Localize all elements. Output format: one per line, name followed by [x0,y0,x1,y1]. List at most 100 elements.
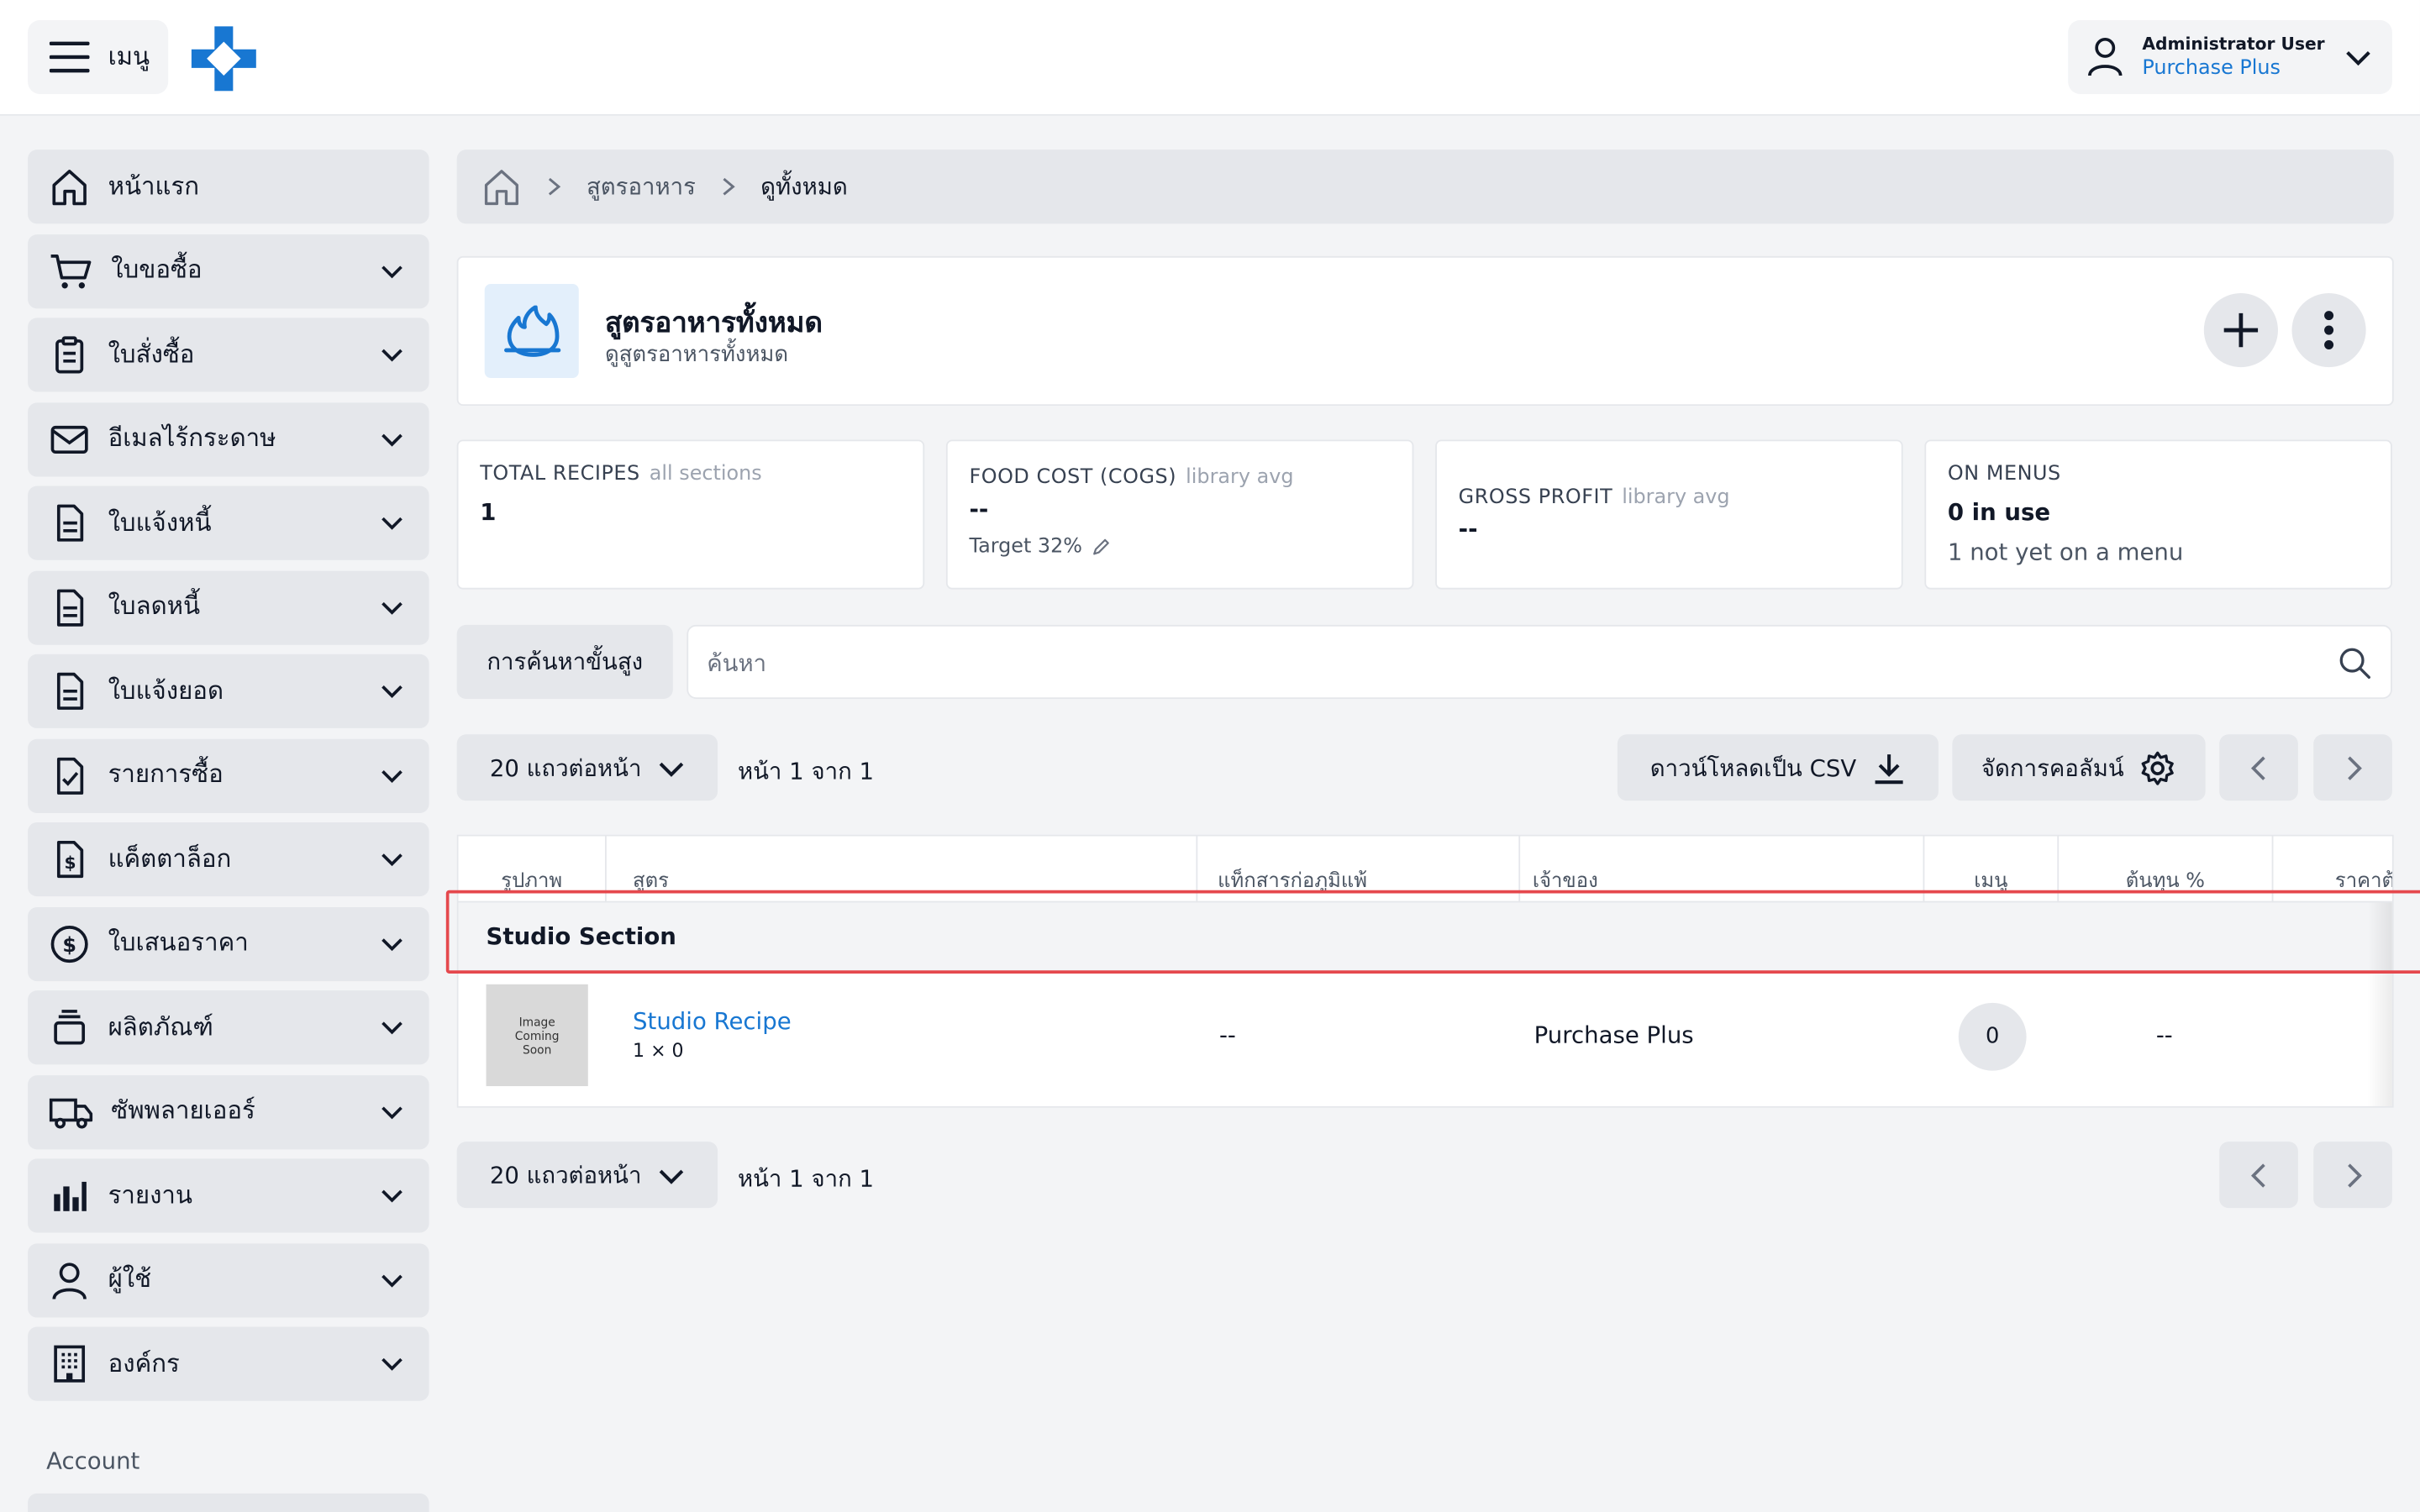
chevron-down-icon [2346,51,2370,66]
chevron-left-icon [2250,1163,2265,1187]
sidebar-item-credit-notes[interactable]: ใบลดหนี้ [28,570,429,644]
column-header-recipe[interactable]: สูตร [607,836,1198,903]
sidebar-item-suppliers[interactable]: ซัพพลายเออร์ [28,1074,429,1149]
chevron-down-icon [381,1357,402,1371]
rows-per-page-select-bottom[interactable]: 20 แถวต่อหน้า [456,1142,718,1209]
stat-on-menus: ON MENUS 0 in use 1 not yet on a menu [1924,439,2392,590]
pencil-icon[interactable] [1092,537,1112,557]
sidebar-item-label: แค็ตตาล็อก [108,843,232,873]
stat-value: -- [1458,515,1478,543]
recipe-image-placeholder: Image Coming Soon [486,984,588,1087]
stat-label: FOOD COST (COGS) [969,465,1177,490]
sidebar-item-users[interactable]: ผู้ใช้ [28,1242,429,1317]
more-options-button[interactable] [2291,292,2366,368]
chevron-down-icon [381,853,402,867]
chevron-down-icon [381,433,402,446]
search-input[interactable] [707,642,2312,685]
checklist-icon [56,756,84,794]
column-header-allergens[interactable]: แท็กสารก่อภูมิแพ้ [1197,836,1521,903]
sidebar-item-label: ใบลดหนี้ [108,591,201,621]
sidebar-item-reports[interactable]: รายงาน [28,1158,429,1233]
recipe-name-link[interactable]: Studio Recipe [633,1007,792,1035]
download-csv-label: ดาวน์โหลดเป็น CSV [1649,753,1857,782]
sidebar-item-quotes[interactable]: $ ใบเสนอราคา [28,906,429,981]
next-page-button-bottom[interactable] [2313,1142,2392,1209]
chevron-down-icon [381,1273,402,1287]
account-section-label: Account [46,1446,140,1475]
sidebar-item-invoices[interactable]: ใบแจ้งหนี้ [28,486,429,560]
chevron-down-icon [381,349,402,362]
column-header-menus[interactable]: เมนู [1924,836,2060,903]
stat-value: 0 in use [1947,498,2051,527]
sidebar: หน้าแรก ใบขอซื้อ ใบสั่งซื้อ อีเมลไร้กระด… [28,150,429,1411]
document-icon [56,672,84,710]
previous-page-button[interactable] [2219,734,2298,801]
stat-note: 1 not yet on a menu [1947,538,2184,567]
recipes-table: รูปภาพ สูตร แท็กสารก่อภูมิแพ้ เจ้าของ เม… [456,834,2394,1108]
column-header-cost-percent[interactable]: ต้นทุน % [2059,836,2274,903]
next-page-button[interactable] [2313,734,2392,801]
building-icon [54,1345,86,1383]
sidebar-item-requisitions[interactable]: ใบขอซื้อ [28,234,429,308]
table-row[interactable]: Image Coming Soon Studio Recipe 1 × 0 --… [458,972,2391,1106]
chevron-right-icon [723,177,735,196]
column-header-image[interactable]: รูปภาพ [458,836,607,903]
chevron-right-icon [2347,755,2361,780]
user-menu[interactable]: Administrator User Purchase Plus [2068,19,2392,95]
home-icon[interactable] [481,166,522,207]
page-info-bottom: หน้า 1 จาก 1 [737,1164,875,1193]
breadcrumb: สูตรอาหาร ดูทั้งหมด [456,150,2394,224]
menu-label: เมนู [108,40,150,71]
column-header-price[interactable]: ราคาต้ [2273,836,2392,902]
chevron-down-icon [381,769,402,783]
truck-icon [49,1097,93,1128]
app-logo[interactable] [191,26,256,92]
sidebar-item-catalogs[interactable]: $ แค็ตตาล็อก [28,822,429,897]
search-icon[interactable] [2338,647,2372,680]
advanced-search-button[interactable]: การค้นหาขั้นสูง [456,624,673,700]
user-icon [52,1262,87,1299]
previous-page-button-bottom[interactable] [2219,1142,2298,1209]
column-header-owner[interactable]: เจ้าของ [1520,836,1925,903]
sidebar-item-paperless-email[interactable]: อีเมลไร้กระดาษ [28,402,429,476]
sidebar-item-label: ใบสั่งซื้อ [108,339,195,369]
table-section-row: Studio Section [458,902,2392,973]
recipe-owner: Purchase Plus [1534,1021,1694,1049]
manage-columns-button[interactable]: จัดการคอลัมน์ [1952,734,2206,801]
sidebar-item-purchase-orders[interactable]: ใบสั่งซื้อ [28,318,429,392]
sidebar-item-organisation[interactable]: องค์กร [28,1326,429,1401]
horizontal-scroll-shadow [2367,902,2392,1106]
more-vertical-icon [2324,311,2334,350]
recipe-cost-percent: -- [2155,1021,2173,1049]
chevron-down-icon [381,685,402,698]
home-icon [52,170,87,206]
sidebar-item-products[interactable]: ผลิตภัณฑ์ [28,990,429,1065]
download-csv-button[interactable]: ดาวน์โหลดเป็น CSV [1617,734,1939,801]
sidebar-item-label: ผลิตภัณฑ์ [108,1011,213,1041]
recipe-menu-count[interactable]: 0 [1958,1002,2027,1071]
chevron-down-icon [381,937,402,951]
add-recipe-button[interactable] [2203,292,2278,368]
stat-muted-label: library avg [1186,465,1294,490]
sidebar-item-account[interactable] [28,1493,429,1512]
document-icon [56,588,84,626]
recipe-yield: 1 × 0 [633,1039,684,1062]
user-icon [2088,37,2123,76]
document-icon [56,504,84,542]
sidebar-item-statements[interactable]: ใบแจ้งยอด [28,654,429,728]
bar-chart-icon [54,1181,87,1211]
sidebar-item-home[interactable]: หน้าแรก [28,150,429,224]
rows-per-page-select[interactable]: 20 แถวต่อหน้า [456,734,718,801]
stack-icon [54,1010,86,1045]
menu-button[interactable]: เมนู [28,19,169,95]
search-field [687,624,2392,700]
breadcrumb-recipes[interactable]: สูตรอาหาร [587,168,696,205]
sidebar-item-buy-lists[interactable]: รายการซื้อ [28,738,429,813]
chevron-down-icon [381,1189,402,1203]
gear-icon [2142,750,2175,785]
clipboard-icon [55,336,84,374]
stat-gross-profit: GROSS PROFIT library avg -- [1435,439,1903,590]
sidebar-item-label: หน้าแรก [108,170,200,200]
sidebar-item-label: ซัพพลายเออร์ [111,1095,255,1125]
stat-label: TOTAL RECIPES [480,463,640,486]
